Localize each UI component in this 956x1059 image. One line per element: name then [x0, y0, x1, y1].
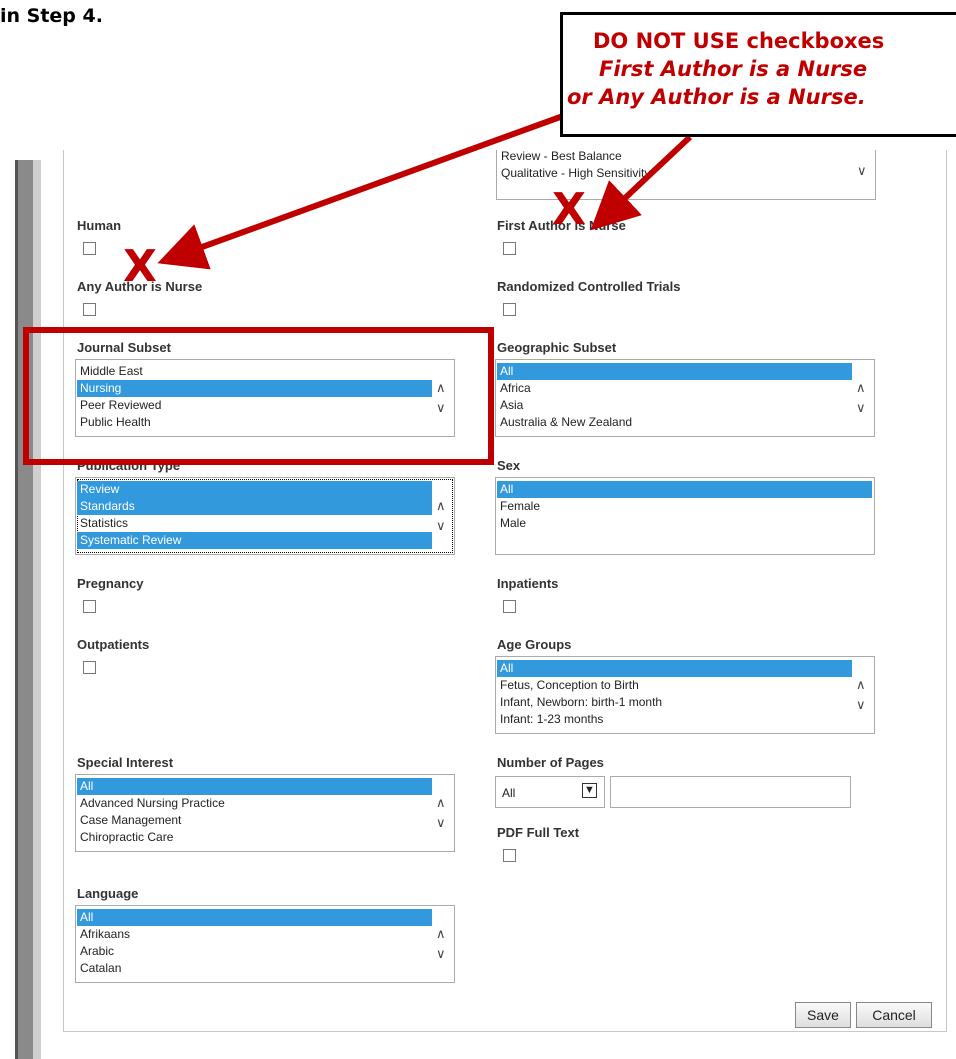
arrow-to-any-author-checkbox: [157, 113, 565, 270]
callout-line-3: or Any Author is a Nurse.: [567, 85, 866, 109]
x-mark-any-author: X: [123, 241, 157, 292]
warning-callout: DO NOT USE checkboxes First Author is a …: [560, 12, 956, 137]
arrow-to-first-author-checkbox: [590, 134, 693, 231]
callout-line-1: DO NOT USE checkboxes: [593, 29, 885, 53]
callout-line-2: First Author is a Nurse: [599, 57, 868, 81]
x-mark-first-author: X: [552, 184, 586, 235]
annotation-arrows: [157, 113, 693, 270]
